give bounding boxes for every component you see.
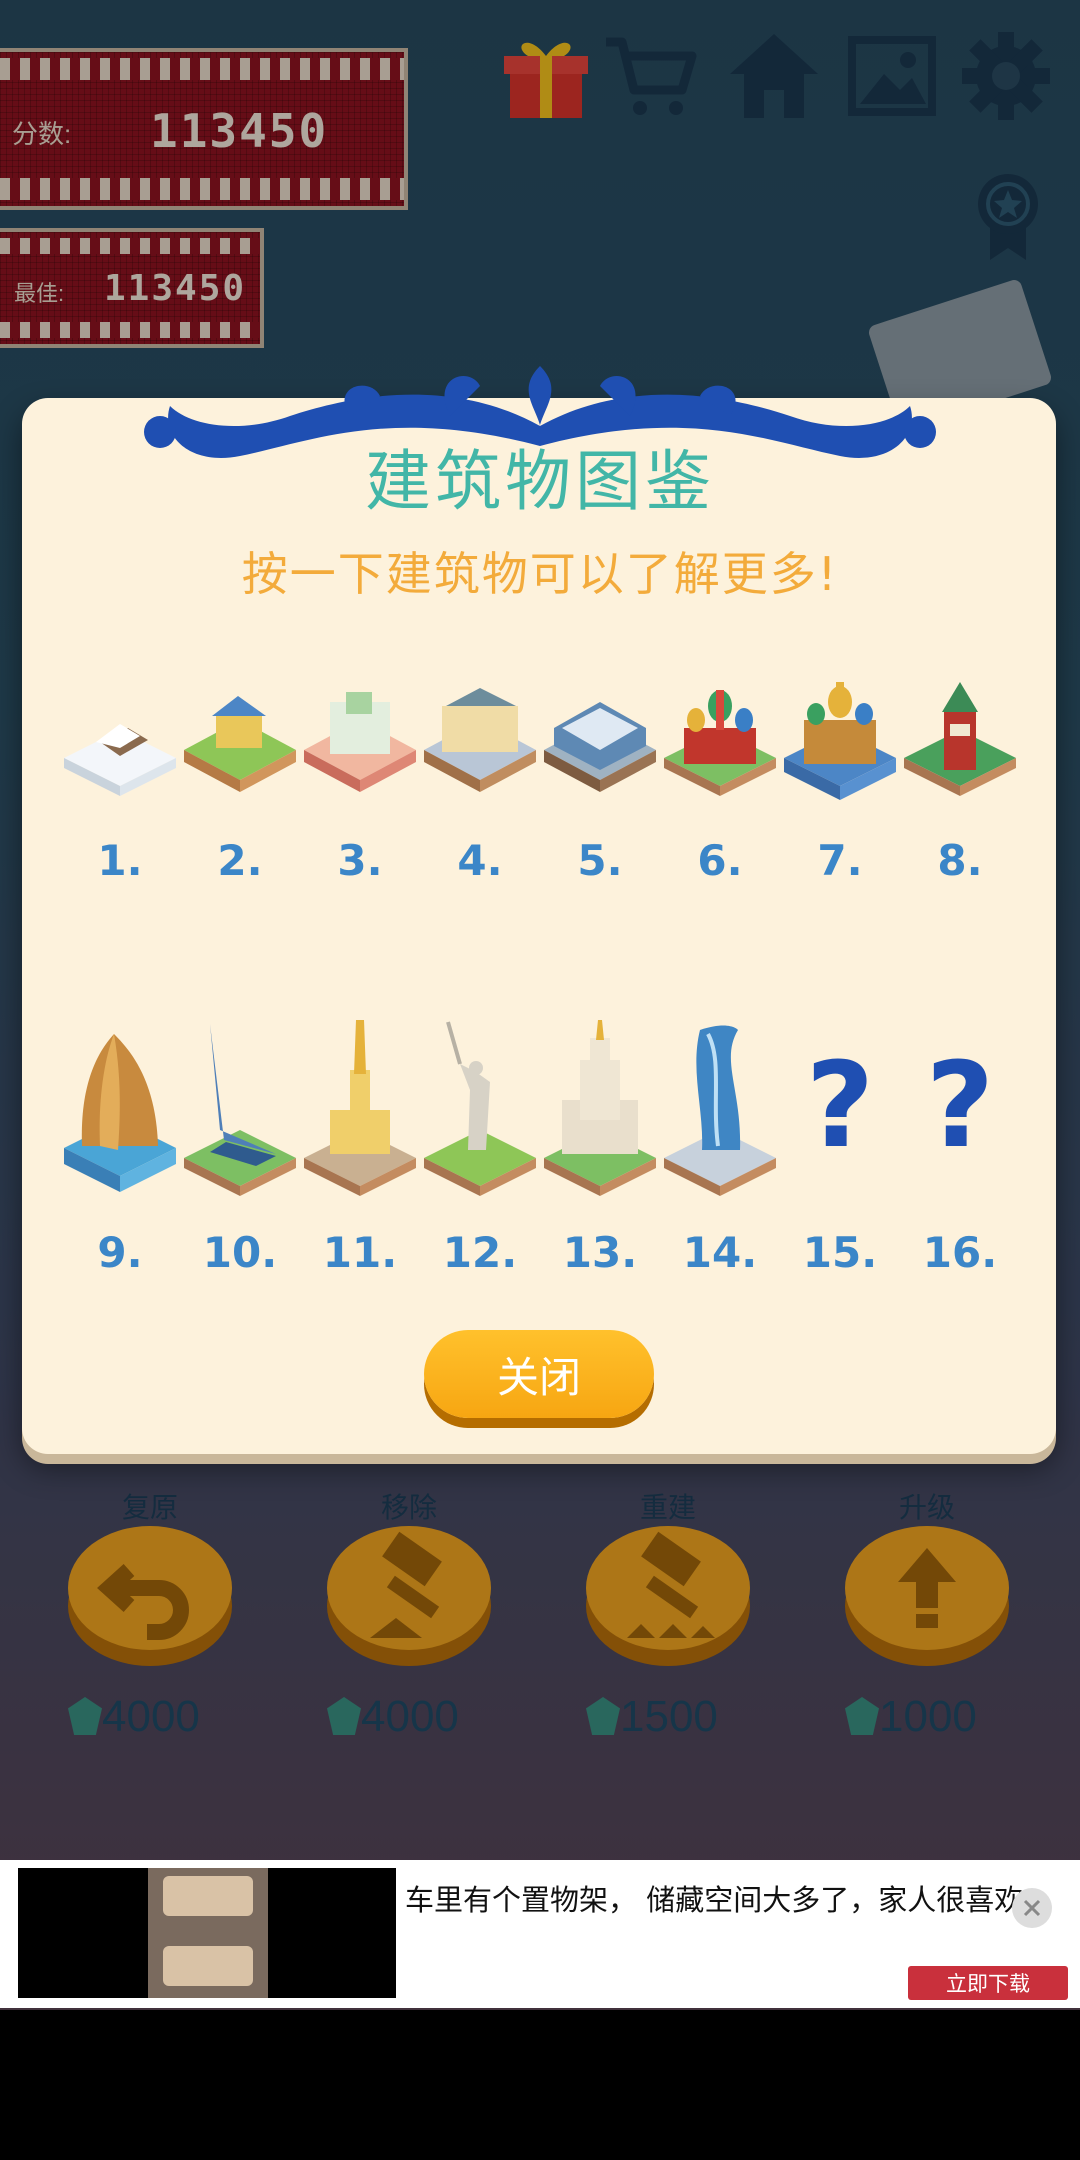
cost-remove: 4000 xyxy=(327,1692,567,1742)
badge-icon[interactable] xyxy=(960,168,1056,264)
building-number: 13. xyxy=(562,1228,638,1277)
cost-value: 1500 xyxy=(620,1692,718,1741)
cost-upgrade: 1000 xyxy=(845,1692,1080,1742)
dialog-subtitle: 按一下建筑物可以了解更多! xyxy=(241,547,839,601)
score-value: 113450 xyxy=(150,104,329,158)
ad-download-button[interactable]: 立即下载 xyxy=(908,1966,1068,2000)
building-14[interactable] xyxy=(660,1020,780,1210)
building-number: 11. xyxy=(322,1228,398,1277)
cart-icon[interactable] xyxy=(602,28,698,124)
building-number: 3. xyxy=(337,836,383,885)
building-9[interactable] xyxy=(60,1020,180,1210)
dialog-title: 建筑物图鉴 xyxy=(365,443,715,520)
best-value: 113450 xyxy=(104,268,247,309)
building-number: 8. xyxy=(937,836,983,885)
gem-icon xyxy=(845,1697,879,1735)
building-4[interactable] xyxy=(420,680,540,820)
building-6[interactable] xyxy=(660,680,780,820)
building-8[interactable] xyxy=(900,680,1020,820)
building-number: 1. xyxy=(97,836,143,885)
question-mark-icon: ? xyxy=(805,1036,875,1174)
gallery-icon[interactable] xyxy=(846,28,942,124)
building-5[interactable] xyxy=(540,680,660,820)
ad-image[interactable] xyxy=(18,1868,396,1998)
building-number: 7. xyxy=(817,836,863,885)
building-number: 9. xyxy=(97,1228,143,1277)
building-13[interactable] xyxy=(540,1020,660,1210)
reset-button[interactable] xyxy=(67,1520,233,1670)
rebuild-button[interactable] xyxy=(585,1520,751,1670)
building-10[interactable] xyxy=(180,1020,300,1210)
ad-text[interactable]: 车里有个置物架， 储藏空间大多了，家人很喜欢 xyxy=(405,1884,1025,1916)
building-1[interactable] xyxy=(60,680,180,820)
cost-reset: 4000 xyxy=(68,1692,308,1742)
gem-icon xyxy=(327,1697,361,1735)
score-board: 分数: 113450 xyxy=(0,48,408,210)
upgrade-button[interactable] xyxy=(844,1520,1010,1670)
cost-value: 1000 xyxy=(879,1692,977,1741)
close-icon xyxy=(1023,1899,1041,1917)
building-number: 5. xyxy=(577,836,623,885)
gear-icon[interactable] xyxy=(958,28,1054,124)
question-mark-icon: ? xyxy=(925,1036,995,1174)
building-12[interactable] xyxy=(420,1020,540,1210)
gem-icon xyxy=(586,1697,620,1735)
home-icon[interactable] xyxy=(726,28,822,124)
building-11[interactable] xyxy=(300,1020,420,1210)
best-label: 最佳: xyxy=(14,281,65,306)
gift-icon[interactable] xyxy=(498,28,594,124)
building-number: 14. xyxy=(682,1228,758,1277)
building-3[interactable] xyxy=(300,680,420,820)
cost-value: 4000 xyxy=(361,1692,459,1741)
building-7[interactable] xyxy=(780,680,900,820)
best-board: 最佳: 113450 xyxy=(0,228,264,348)
building-number: 2. xyxy=(217,836,263,885)
building-number: 15. xyxy=(802,1228,878,1277)
building-number: 10. xyxy=(202,1228,278,1277)
remove-button[interactable] xyxy=(326,1520,492,1670)
building-15-locked[interactable]: ? xyxy=(780,1040,900,1180)
gem-icon xyxy=(68,1697,102,1735)
building-2[interactable] xyxy=(180,680,300,820)
building-number: 6. xyxy=(697,836,743,885)
ad-close-button[interactable] xyxy=(1012,1888,1052,1928)
building-number: 4. xyxy=(457,836,503,885)
building-16-locked[interactable]: ? xyxy=(900,1040,1020,1180)
building-number: 16. xyxy=(922,1228,998,1277)
close-button[interactable]: 关闭 xyxy=(424,1330,654,1418)
cost-rebuild: 1500 xyxy=(586,1692,826,1742)
building-number: 12. xyxy=(442,1228,518,1277)
cost-value: 4000 xyxy=(102,1692,200,1741)
score-label: 分数: xyxy=(12,119,72,149)
